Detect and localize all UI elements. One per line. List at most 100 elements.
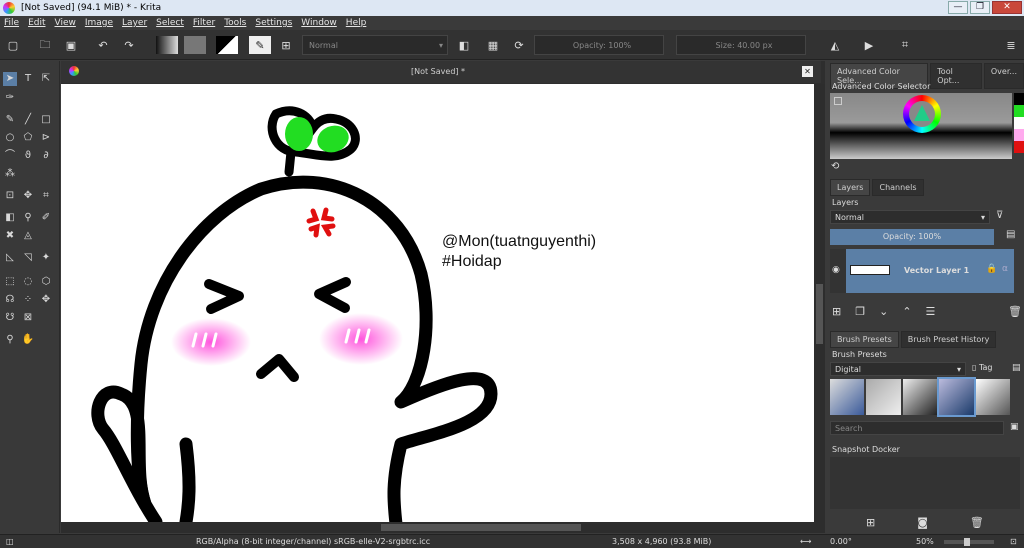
freehand-path-tool-icon[interactable]: ϑ [21,149,35,163]
crop-tool-icon[interactable]: ⌗ [39,189,53,203]
alpha-lock-icon[interactable]: ▦ [484,36,502,54]
color-settings-icon[interactable] [834,97,842,105]
menu-view[interactable]: View [55,18,76,28]
mirror-horizontal-icon[interactable]: ◭ [826,36,844,54]
pan-tool-icon[interactable]: ✋ [21,333,35,347]
vertical-scrollbar[interactable] [814,84,825,522]
move-layer-down-icon[interactable]: ⌄ [879,305,888,318]
brush-preset-3[interactable] [902,379,938,415]
mirror-vertical-icon[interactable]: ▶ [860,36,878,54]
eraser-icon[interactable]: ◧ [455,36,473,54]
rect-select-tool-icon[interactable]: ⬚ [3,275,17,289]
rectangle-tool-icon[interactable]: □ [39,113,53,127]
menu-file[interactable]: File [4,18,19,28]
zoom-slider-handle[interactable] [964,538,970,546]
measure-tool-icon[interactable]: ◺ [3,251,17,265]
tab-brush-presets[interactable]: Brush Presets [830,331,899,348]
gradient-tool-icon[interactable]: ◧ [3,211,17,225]
dynamic-brush-tool-icon[interactable]: ∂ [39,149,53,163]
color-selector-area[interactable] [830,93,1012,159]
rotation-icon[interactable]: ⟷ [800,537,811,546]
bezier-select-tool-icon[interactable]: ☋ [3,311,17,325]
preset-filter-select[interactable]: Digital ▾ [830,362,966,376]
close-document-button[interactable]: ✕ [802,66,813,77]
polyline-tool-icon[interactable]: ⊳ [39,131,53,145]
text-tool-icon[interactable]: T [21,72,35,86]
lock-icon[interactable]: 🔒 [986,264,997,274]
smart-patch-tool-icon[interactable]: ✐ [39,211,53,225]
opacity-slider[interactable]: Opacity: 100% [534,35,664,55]
delete-snapshot-icon[interactable]: 🗑 [970,516,984,529]
horizontal-scroll-thumb[interactable] [381,524,581,531]
crop-icon[interactable]: ⌗ [896,36,914,54]
multibrush-tool-icon[interactable]: ⁂ [3,167,17,181]
menu-help[interactable]: Help [346,18,367,28]
close-window-button[interactable]: ✕ [992,1,1022,14]
tab-layers[interactable]: Layers [830,179,871,196]
move-layer-up-icon[interactable]: ⌃ [902,305,911,318]
ellipse-select-tool-icon[interactable]: ◌ [21,275,35,289]
layer-blend-mode-select[interactable]: Normal ▾ [830,210,990,224]
fullscreen-icon[interactable]: ⊡ [1010,537,1017,546]
alpha-icon[interactable]: α [1002,264,1008,274]
horizontal-scrollbar[interactable] [61,522,825,533]
preset-search-input[interactable]: Search [830,421,1004,435]
menu-filter[interactable]: Filter [193,18,215,28]
polygon-tool-icon[interactable]: ⬠ [21,131,35,145]
menu-tools[interactable]: Tools [224,18,246,28]
brush-preset-5[interactable] [975,379,1011,415]
brush-preset-1[interactable] [830,379,865,415]
freehand-select-tool-icon[interactable]: ☊ [3,293,17,307]
pattern-swatch[interactable] [184,36,206,54]
status-brush-icon[interactable]: ◫ [6,537,14,546]
tab-tool-options[interactable]: Tool Opt... [930,63,982,89]
redo-icon[interactable]: ↷ [120,36,138,54]
document-tab[interactable]: [Not Saved] * ✕ [61,61,821,83]
delete-layer-icon[interactable]: 🗑 [1008,305,1022,318]
tab-channels[interactable]: Channels [872,179,924,196]
add-layer-icon[interactable]: ⊞ [832,305,841,318]
fg-bg-color-icon[interactable] [216,36,238,54]
add-snapshot-icon[interactable]: ⊞ [866,516,875,529]
grid-icon[interactable]: ⊞ [278,36,294,54]
duplicate-layer-icon[interactable]: ❐ [855,305,865,318]
transform-tool-icon[interactable]: ⊡ [3,189,17,203]
filter-icon[interactable]: ⊽ [996,210,1003,221]
calligraphy-tool-icon[interactable]: ✑ [3,91,17,105]
ellipse-tool-icon[interactable]: ○ [3,131,17,145]
layer-row[interactable]: Vector Layer 1 🔒 α [846,249,1014,293]
line-tool-icon[interactable]: ╱ [21,113,35,127]
fill-tool-icon[interactable]: ◬ [21,229,35,243]
tag-button[interactable]: ▯ Tag [972,363,993,372]
tab-brush-preset-history[interactable]: Brush Preset History [900,331,997,348]
bezier-tool-icon[interactable]: ⌒ [3,149,17,163]
new-document-icon[interactable]: ▢ [4,36,22,54]
magnetic-select-tool-icon[interactable]: ⊠ [21,311,35,325]
docker-menu-icon[interactable]: ≣ [1002,36,1020,54]
zoom-slider[interactable] [944,538,994,546]
visibility-eye-icon[interactable]: ◉ [832,265,840,275]
assistant-tool-icon[interactable]: ✖ [3,229,17,243]
save-preset-icon[interactable]: ▣ [1010,422,1019,432]
edit-shapes-tool-icon[interactable]: ⇱ [39,72,53,86]
move-tool-icon[interactable]: ✥ [21,189,35,203]
similar-select-tool-icon[interactable]: ✥ [39,293,53,307]
undo-icon[interactable]: ↶ [94,36,112,54]
brush-preset-2[interactable] [866,379,901,415]
color-wheel[interactable] [903,95,941,133]
save-icon[interactable]: ▣ [62,36,80,54]
perspective-grid-tool-icon[interactable]: ◹ [21,251,35,265]
open-folder-icon[interactable]: 🗀 [36,36,54,54]
reference-tool-icon[interactable]: ✦ [39,251,53,265]
vertical-scroll-thumb[interactable] [816,284,823,344]
size-slider[interactable]: Size: 40.00 px [676,35,806,55]
restore-button[interactable]: ❐ [970,1,990,14]
drawing-canvas[interactable]: @Mon(tuatnguyenthi) #Hoidap [61,84,814,522]
brush-tool-icon[interactable]: ✎ [3,113,17,127]
blend-mode-select[interactable]: Normal ▾ [302,35,448,55]
menu-select[interactable]: Select [156,18,184,28]
brush-preset-icon[interactable]: ✎ [249,36,271,54]
menu-layer[interactable]: Layer [122,18,147,28]
color-refresh-icon[interactable]: ⟲ [831,161,839,172]
camera-icon[interactable]: ◙ [917,516,928,529]
